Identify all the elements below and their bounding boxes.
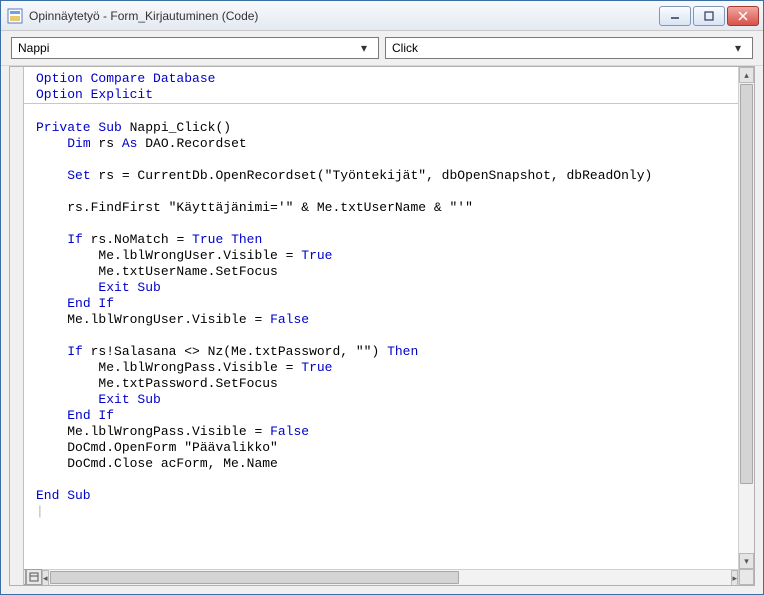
scroll-corner [739, 569, 754, 585]
scroll-up-button[interactable]: ▴ [739, 67, 754, 83]
code-window: Opinnäytetyö - Form_Kirjautuminen (Code)… [0, 0, 764, 595]
h-scroll-thumb[interactable] [50, 571, 460, 584]
close-button[interactable] [727, 6, 759, 26]
v-scroll-track[interactable] [739, 83, 754, 553]
minimize-button[interactable] [659, 6, 691, 26]
scroll-down-button[interactable]: ▾ [739, 553, 754, 569]
maximize-button[interactable] [693, 6, 725, 26]
code-pane[interactable]: Option Compare DatabaseOption Explicit P… [24, 67, 738, 585]
full-module-view-button[interactable] [26, 569, 42, 585]
procedure-dropdown[interactable]: Click ▾ [385, 37, 753, 59]
object-dropdown-value: Nappi [18, 41, 356, 55]
margin-gutter [10, 67, 24, 585]
object-dropdown[interactable]: Nappi ▾ [11, 37, 379, 59]
horizontal-scrollbar[interactable]: ◂ ▸ [42, 569, 738, 585]
scroll-right-button[interactable]: ▸ [731, 570, 738, 585]
code-text[interactable]: Option Compare DatabaseOption Explicit P… [24, 67, 738, 524]
h-scroll-track[interactable] [49, 570, 732, 585]
v-scroll-thumb[interactable] [740, 84, 753, 484]
procedure-dropdown-value: Click [392, 41, 730, 55]
chevron-down-icon: ▾ [730, 41, 746, 55]
window-title: Opinnäytetyö - Form_Kirjautuminen (Code) [29, 9, 659, 23]
titlebar[interactable]: Opinnäytetyö - Form_Kirjautuminen (Code) [1, 1, 763, 31]
editor-area: Option Compare DatabaseOption Explicit P… [9, 66, 755, 586]
chevron-down-icon: ▾ [356, 41, 372, 55]
window-controls [659, 6, 759, 26]
app-icon [7, 8, 23, 24]
vertical-scrollbar[interactable]: ▴ ▾ [738, 67, 754, 585]
dropdown-row: Nappi ▾ Click ▾ [1, 31, 763, 66]
